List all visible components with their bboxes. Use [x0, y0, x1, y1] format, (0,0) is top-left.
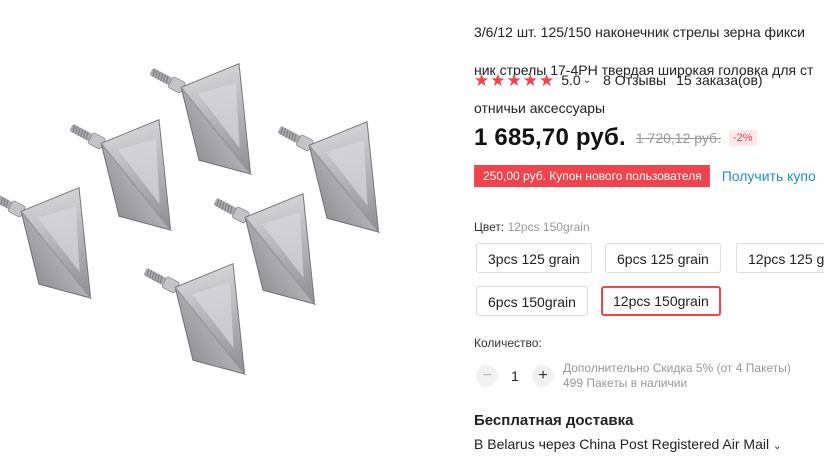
get-coupon-link[interactable]: Получить купо: [722, 168, 816, 184]
original-price: 1 720,12 руб.: [635, 130, 721, 146]
quantity-input[interactable]: 1: [498, 368, 532, 384]
color-label-text: Цвет:: [474, 220, 505, 234]
star-icon: ★: [474, 70, 490, 90]
price-row: 1 685,70 руб. 1 720,12 руб. -2%: [474, 123, 757, 153]
quantity-increment-button[interactable]: +: [532, 365, 554, 387]
stock-count: 499 Пакеты в наличии: [563, 376, 688, 390]
product-image[interactable]: [0, 0, 470, 457]
color-label: Цвет: 12pcs 150grain: [474, 220, 590, 234]
rating-row: ★ ★ ★ ★ ★ 5.0 ⌄ 8 Отзывы 15 заказа(ов): [474, 70, 763, 90]
coupon-badge: 250,00 руб. Купон нового пользователя: [474, 165, 710, 187]
coupon-row: 250,00 руб. Купон нового пользователя По…: [474, 165, 816, 187]
title-line: 3/6/12 шт. 125/150 наконечник стрелы зер…: [474, 24, 806, 40]
rating-score[interactable]: 5.0: [561, 72, 580, 88]
color-option[interactable]: 6pcs 150grain: [476, 286, 588, 316]
quantity-stepper: − 1 +: [476, 365, 554, 387]
star-icon: ★: [506, 70, 522, 90]
color-option[interactable]: 6pcs 125 grain: [605, 243, 721, 273]
reviews-link[interactable]: 8 Отзывы: [603, 72, 666, 88]
title-line: отничьи аксессуары: [474, 100, 606, 116]
color-option-selected[interactable]: 12pcs 150grain: [601, 286, 721, 316]
shipping-method[interactable]: В Belarus через China Post Registered Ai…: [474, 436, 781, 452]
quantity-label: Количество:: [474, 336, 542, 350]
shipping-title: Бесплатная доставка: [474, 412, 634, 429]
shipping-method-text: В Belarus через China Post Registered Ai…: [474, 436, 770, 452]
discount-badge: -2%: [728, 130, 757, 146]
star-icon: ★: [490, 70, 506, 90]
star-icon: ★: [522, 70, 538, 90]
bulk-discount-note: Дополнительно Скидка 5% (от 4 Пакеты): [563, 361, 791, 375]
orders-count: 15 заказа(ов): [676, 72, 763, 88]
current-price: 1 685,70 руб.: [474, 124, 626, 151]
color-option[interactable]: 3pcs 125 grain: [476, 243, 592, 273]
color-option[interactable]: 12pcs 125 g: [736, 243, 824, 273]
quantity-decrement-button[interactable]: −: [476, 365, 498, 387]
rating-stars: ★ ★ ★ ★ ★: [474, 72, 554, 89]
star-icon: ★: [539, 70, 555, 90]
chevron-down-icon[interactable]: ⌄: [583, 75, 591, 86]
product-info-panel: 3/6/12 шт. 125/150 наконечник стрелы зер…: [474, 0, 824, 457]
quantity-info: Дополнительно Скидка 5% (от 4 Пакеты) 49…: [563, 361, 791, 391]
chevron-down-icon: ⌄: [773, 441, 782, 452]
color-selected-value: 12pcs 150grain: [507, 220, 590, 234]
broadhead-arrowheads-photo: [0, 28, 423, 386]
